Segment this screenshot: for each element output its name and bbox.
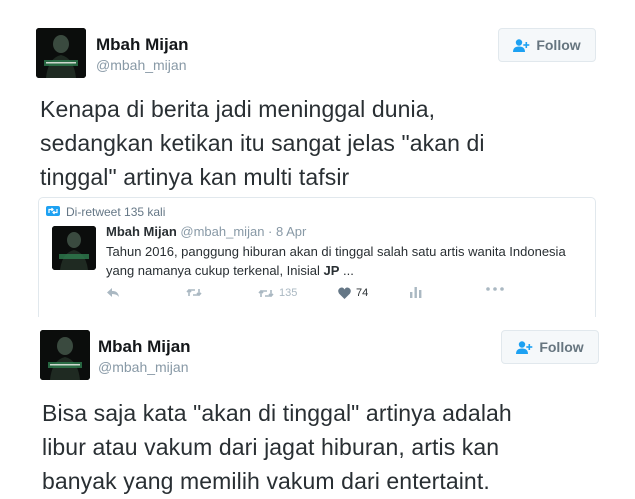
retweet-info: Di-retweet 135 kali <box>46 205 165 219</box>
analytics-icon[interactable] <box>410 287 422 298</box>
quoted-meta: @mbah_mijan · 8 Apr <box>180 224 307 239</box>
like-count: 74 <box>356 287 369 299</box>
tweet-1: Mbah Mijan @mbah_mijan Follow Kenapa di … <box>0 0 635 317</box>
quoted-text-tail: ... <box>339 263 354 278</box>
quoted-header: Mbah Mijan @mbah_mijan · 8 Apr <box>106 224 306 239</box>
retweet-action-icon[interactable] <box>186 287 202 298</box>
retweet-count-label: Di-retweet 135 kali <box>66 205 166 219</box>
follow-button[interactable]: Follow <box>498 28 596 62</box>
follow-label: Follow <box>536 37 581 53</box>
avatar[interactable] <box>36 28 86 78</box>
quoted-author-name[interactable]: Mbah Mijan <box>106 224 177 239</box>
author-name[interactable]: Mbah Mijan <box>96 35 189 55</box>
follow-person-icon <box>513 38 530 52</box>
quoted-actions: 135 74 <box>106 287 506 303</box>
tweet-2: Mbah Mijan @mbah_mijan Follow Bisa saja … <box>0 322 635 499</box>
tweet-text: Bisa saja kata "akan di tinggal" artinya… <box>42 400 512 494</box>
follow-button[interactable]: Follow <box>501 330 599 364</box>
retweet-count: 135 <box>279 287 298 299</box>
retweet-count-action[interactable]: 135 <box>258 287 297 299</box>
follow-person-icon <box>516 340 533 354</box>
avatar[interactable] <box>40 330 90 380</box>
retweet-icon <box>46 205 60 219</box>
quoted-text-bold: JP <box>323 263 340 278</box>
tweet-text: Kenapa di berita jadi meninggal dunia, s… <box>40 96 485 190</box>
author-name[interactable]: Mbah Mijan <box>98 337 191 357</box>
reply-icon[interactable] <box>106 287 120 298</box>
quoted-avatar[interactable] <box>52 226 96 270</box>
follow-label: Follow <box>539 339 584 355</box>
like-action[interactable]: 74 <box>338 287 368 299</box>
like-icon <box>338 287 351 299</box>
author-handle[interactable]: @mbah_mijan <box>98 359 188 375</box>
author-handle[interactable]: @mbah_mijan <box>96 57 186 73</box>
more-icon[interactable] <box>486 287 504 291</box>
quoted-text: Tahun 2016, panggung hiburan akan di tin… <box>106 242 586 280</box>
